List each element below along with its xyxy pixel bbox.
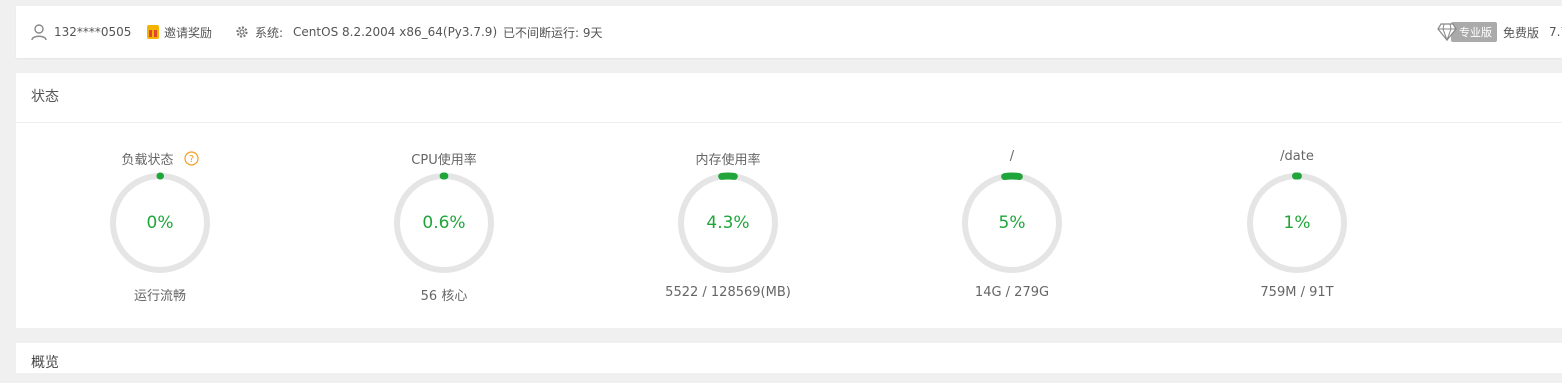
gauge-title: /date <box>1217 149 1377 164</box>
gear-icon <box>236 26 248 38</box>
gauge-title: / <box>932 149 1092 164</box>
system-label: 系统: <box>255 25 284 40</box>
gauge-subtext: 56 核心 <box>420 289 468 304</box>
username: 132****0505 <box>54 25 132 39</box>
gauge-subtext: 运行流畅 <box>133 289 186 304</box>
gauge-subtext: 759M / 91T <box>1260 285 1334 300</box>
gift-icon <box>147 25 159 39</box>
user-icon <box>31 24 47 41</box>
gauge-title-text: 内存使用率 <box>695 153 761 168</box>
gauge-title: 内存使用率 <box>648 149 808 168</box>
free-edition-label: 免费版 <box>1503 25 1540 40</box>
status-title: 状态 <box>16 73 1562 123</box>
diamond-icon <box>1437 23 1457 41</box>
invite-link[interactable]: 邀请奖励 <box>147 6 212 58</box>
gauge-title-text: CPU使用率 <box>411 153 477 168</box>
pro-edition-badge[interactable]: 专业版 <box>1437 22 1497 42</box>
edition-info: 专业版 免费版 7.7 <box>1437 6 1562 58</box>
gauge-subtext: 14G / 279G <box>974 285 1050 300</box>
gauge-title-text: 负载状态 <box>121 153 174 168</box>
gauge-value: 0% <box>146 213 174 233</box>
overview-title: 概览 <box>31 355 59 371</box>
pro-badge-label: 专业版 <box>1451 22 1497 42</box>
help-icon[interactable]: ? <box>183 151 199 166</box>
version-number: 7.7 <box>1549 25 1562 39</box>
gauge-value: 0.6% <box>422 213 466 233</box>
gauge-title-text: /date <box>1280 149 1314 164</box>
system-value: CentOS 8.2.2004 x86_64(Py3.7.9) <box>293 25 498 39</box>
svg-text:?: ? <box>188 154 193 165</box>
gauge-value: 1% <box>1283 213 1311 233</box>
gauge-subtext: 5522 / 128569(MB) <box>665 285 791 300</box>
uptime: 已不间断运行: 9天 <box>503 6 603 58</box>
gauge-title: CPU使用率 <box>364 149 524 168</box>
user-info[interactable]: 132****0505 <box>30 6 131 58</box>
gauge-value: 5% <box>998 213 1026 233</box>
status-panel: 状态 负载状态? 0% 运行流畅 CPU使用率 0.6% 56 核心 内存使用率 4.3% 55… <box>16 73 1562 328</box>
top-info-bar: 132****0505 邀请奖励 系统: CentOS 8.2.2004 x86… <box>16 6 1562 58</box>
gauge-title-text: / <box>1009 149 1015 164</box>
overview-panel: 概览 <box>16 343 1562 373</box>
uptime-text: 已不间断运行: 9天 <box>503 25 603 40</box>
gauge-title: 负载状态? <box>80 149 240 168</box>
invite-label: 邀请奖励 <box>164 25 213 40</box>
gauge-value: 4.3% <box>706 213 750 233</box>
system-info: 系统: CentOS 8.2.2004 x86_64(Py3.7.9) <box>235 6 497 58</box>
